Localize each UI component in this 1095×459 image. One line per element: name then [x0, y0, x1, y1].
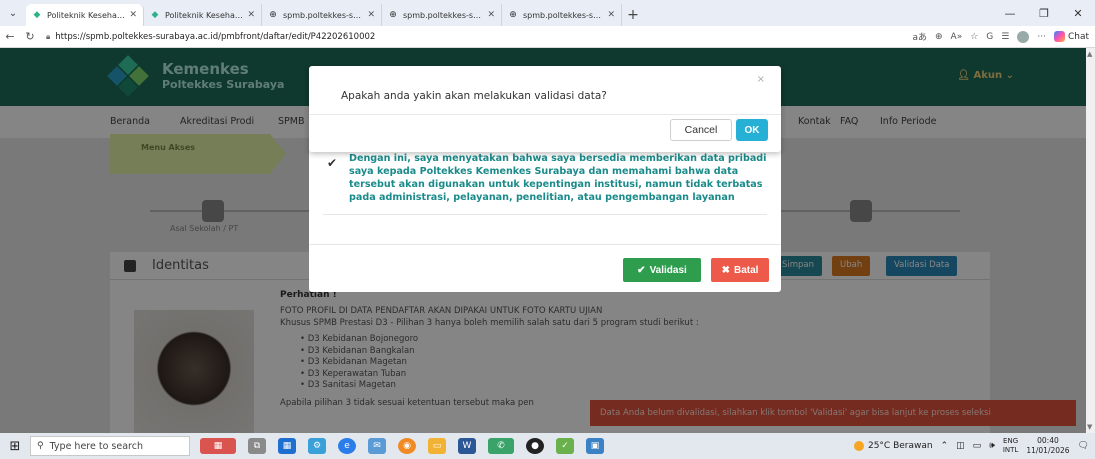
- copilot-icon: [1053, 31, 1065, 42]
- word-icon[interactable]: W: [458, 438, 476, 454]
- minimize-icon[interactable]: —: [993, 7, 1027, 20]
- clock[interactable]: 00:40 11/01/2026: [1026, 436, 1069, 456]
- ok-button[interactable]: OK: [736, 119, 768, 141]
- address-bar-icons: aあ ⊕ A» ☆ G ☰ ··· Chat: [912, 30, 1095, 43]
- widget-app-icon[interactable]: ▦: [200, 438, 236, 454]
- more-menu-icon[interactable]: ···: [1037, 32, 1046, 42]
- close-tab-icon[interactable]: ✕: [607, 10, 615, 20]
- extensions-icon[interactable]: G: [986, 32, 993, 42]
- taskbar-search[interactable]: ⚲ Type here to search: [30, 436, 190, 456]
- close-dialog-icon[interactable]: ×: [757, 74, 765, 85]
- validasi-button[interactable]: ✔ Validasi: [623, 258, 701, 282]
- favorites-list-icon[interactable]: ☰: [1001, 32, 1009, 42]
- browser-tab-bar: ⌄ ◆ Politeknik Kesehatan Kemenkes Su ✕ ◆…: [0, 0, 1095, 26]
- read-aloud-icon[interactable]: A»: [951, 32, 963, 42]
- search-icon: ⚲: [37, 441, 44, 451]
- site-favicon-icon: ◆: [151, 10, 159, 20]
- firefox-icon[interactable]: ◉: [398, 438, 416, 454]
- close-tab-icon[interactable]: ✕: [247, 10, 255, 20]
- notification-icon[interactable]: 🗨︎: [1078, 441, 1089, 451]
- favorite-star-icon[interactable]: ☆: [970, 32, 978, 42]
- scroll-down-icon[interactable]: ▼: [1087, 423, 1092, 431]
- browser-tab-2[interactable]: ◆ Politeknik Kesehatan Kemenkes Su ✕: [144, 4, 262, 26]
- close-tab-icon[interactable]: ✕: [129, 10, 137, 20]
- globe-icon: ⊕: [389, 10, 397, 20]
- scroll-up-icon[interactable]: ▲: [1087, 50, 1092, 58]
- translate-icon[interactable]: aあ: [912, 30, 927, 43]
- file-explorer-icon[interactable]: ▭: [428, 438, 446, 454]
- lock-icon: 🔒︎: [46, 31, 51, 41]
- browser-tab-4[interactable]: ⊕ spmb.poltekkes-surabaya.ac.id/pm ✕: [382, 4, 502, 26]
- copilot-button[interactable]: Chat: [1053, 31, 1089, 42]
- confirm-validation-dialog: Apakah anda yakin akan melakukan validas…: [309, 66, 781, 152]
- cancel-button[interactable]: Cancel: [670, 119, 732, 141]
- site-favicon-icon: ◆: [33, 10, 41, 20]
- batal-button[interactable]: ✖ Batal: [711, 258, 769, 282]
- refresh-icon[interactable]: ↻: [20, 30, 40, 43]
- app-icon[interactable]: ✓: [556, 438, 574, 454]
- back-arrow-icon[interactable]: ←: [0, 30, 20, 43]
- consent-statement: Dengan ini, saya menyatakan bahwa saya b…: [349, 153, 767, 203]
- browser-tab-3[interactable]: ⊕ spmb.poltekkes-surabaya.ac.id/pm ✕: [262, 4, 382, 26]
- tab-actions-chevron-icon[interactable]: ⌄: [0, 0, 26, 26]
- photos-icon[interactable]: ▣: [586, 438, 604, 454]
- window-controls: — ❐ ✕: [993, 0, 1095, 26]
- whatsapp-icon[interactable]: ✆: [488, 438, 514, 454]
- times-icon: ✖: [721, 264, 730, 276]
- system-tray: 25°C Berawan ⌃ ◫ ▭ 🕪︎ ENG INTL 00:40 11/…: [853, 436, 1095, 456]
- edge-browser-icon[interactable]: e: [338, 438, 356, 454]
- network-icon[interactable]: ◫: [956, 441, 965, 451]
- taskbar-apps: ▦ ⧉ ▦ ⚙ e ✉ ◉ ▭ W ✆ ● ✓ ▣: [200, 438, 604, 454]
- page-scrollbar[interactable]: ▲ ▼: [1086, 48, 1095, 433]
- language-indicator[interactable]: ENG INTL: [1003, 437, 1018, 455]
- consent-modal: ✔ Dengan ini, saya menyatakan bahwa saya…: [309, 140, 781, 292]
- profile-avatar[interactable]: [1017, 30, 1030, 43]
- close-tab-icon[interactable]: ✕: [487, 10, 495, 20]
- url-field[interactable]: 🔒︎ https://spmb.poltekkes-surabaya.ac.id…: [46, 32, 375, 42]
- dialog-message: Apakah anda yakin akan melakukan validas…: [341, 90, 607, 102]
- media-player-icon[interactable]: ●: [526, 438, 544, 454]
- weather-widget[interactable]: 25°C Berawan: [853, 441, 933, 451]
- windows-start-icon[interactable]: ⊞: [0, 439, 30, 454]
- settings-app-icon[interactable]: ⚙: [308, 438, 326, 454]
- app-grid-icon[interactable]: ▦: [278, 438, 296, 454]
- globe-icon: ⊕: [269, 10, 277, 20]
- task-view-icon[interactable]: ⧉: [248, 438, 266, 454]
- new-tab-plus-icon[interactable]: +: [622, 4, 644, 26]
- battery-icon[interactable]: ▭: [973, 441, 982, 451]
- browser-tab-5[interactable]: ⊕ spmb.poltekkes-surabaya.ac.id/pm ✕: [502, 4, 622, 26]
- globe-icon: ⊕: [509, 10, 517, 20]
- mail-app-icon[interactable]: ✉: [368, 438, 386, 454]
- zoom-icon[interactable]: ⊕: [935, 32, 943, 42]
- close-tab-icon[interactable]: ✕: [367, 10, 375, 20]
- volume-icon[interactable]: 🕪︎: [989, 441, 995, 451]
- restore-icon[interactable]: ❐: [1027, 7, 1061, 20]
- tray-chevron-icon[interactable]: ⌃: [941, 441, 949, 451]
- windows-taskbar: ⊞ ⚲ Type here to search ▦ ⧉ ▦ ⚙ e ✉ ◉ ▭ …: [0, 433, 1095, 459]
- close-window-icon[interactable]: ✕: [1061, 7, 1095, 20]
- address-bar: ← ↻ 🔒︎ https://spmb.poltekkes-surabaya.a…: [0, 26, 1095, 48]
- check-icon: ✔: [637, 264, 646, 276]
- weather-sun-icon: [853, 441, 864, 451]
- browser-tab-1[interactable]: ◆ Politeknik Kesehatan Kemenkes Su ✕: [26, 4, 144, 26]
- checkmark-icon: ✔: [327, 156, 338, 170]
